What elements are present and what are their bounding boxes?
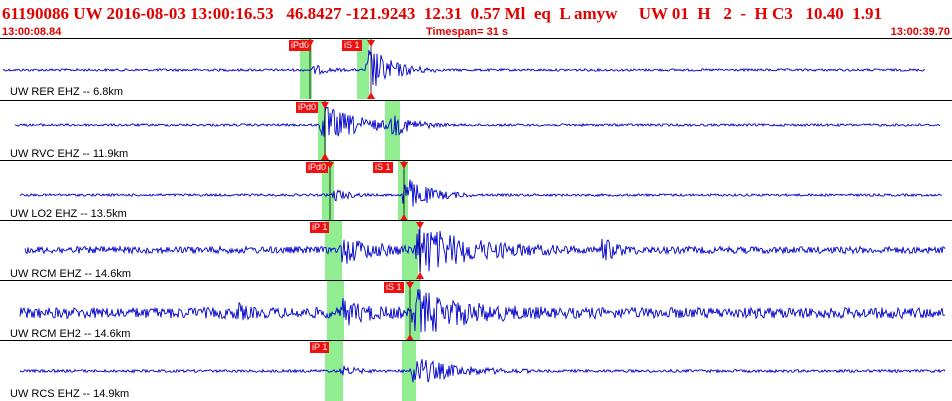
event-header: 61190086 UW 2016-08-03 13:00:16.53 46.84… [0,0,952,38]
pick-down-arrow-icon [416,222,424,229]
pick-up-arrow-icon [416,272,424,279]
channel-label: UW RVC EHZ -- 11.9km [10,148,129,160]
seismic-trace [19,288,945,333]
event-title: 61190086 UW 2016-08-03 13:00:16.53 46.84… [2,4,883,23]
pick-down-arrow-icon [367,40,375,47]
waveform-canvas [2,39,926,99]
channel-panel[interactable]: iP 1 UW RCS EHZ -- 14.9km [0,340,952,401]
seismic-trace [14,106,941,137]
channel-panel[interactable]: iPd0 UW RVC EHZ -- 11.9km [0,100,952,161]
seismic-trace [24,228,946,275]
channel-label: UW RCM EHZ -- 14.6km [10,268,131,280]
waveform-canvas [19,281,945,341]
phase-pick-label[interactable]: iP 1 [310,222,330,233]
pick-down-arrow-icon [400,162,408,169]
channel-label: UW RCM EH2 -- 14.6km [10,328,131,340]
channel-panel[interactable]: iPd0 iS 1 UW LO2 EHZ -- 13.5km [0,160,952,221]
seismic-trace [2,49,926,86]
waveform-canvas [14,101,941,161]
phase-pick-label[interactable]: iPd0 [306,162,329,173]
channel-label: UW RCS EHZ -- 14.9km [10,388,130,400]
pick-down-arrow-icon [326,162,334,169]
seismic-trace [19,359,946,383]
pick-up-arrow-icon [321,153,329,160]
channel-label: UW LO2 EHZ -- 13.5km [10,208,127,220]
waveform-canvas [24,221,946,281]
waveform-canvas [19,161,943,221]
channel-panel[interactable]: iP 1 UW RCM EHZ -- 14.6km [0,220,952,281]
waveform-canvas [19,341,946,401]
phase-window [385,101,400,161]
start-time: 13:00:08.84 [2,26,62,38]
channel-label: UW RER EHZ -- 6.8km [10,86,124,98]
timespan: Timespan= 31 s [426,26,509,38]
phase-pick-label[interactable]: iS 1 [384,282,404,293]
seismic-trace [19,179,943,207]
pick-down-arrow-icon [406,282,414,289]
pick-down-arrow-icon [306,40,314,47]
channel-panel[interactable]: iPd0 iS 1 UW RER EHZ -- 6.8km [0,38,952,99]
phase-pick-label[interactable]: iS 1 [342,40,362,51]
pick-down-arrow-icon [321,102,329,109]
phase-pick-label[interactable]: iPd0 [296,102,319,113]
phase-pick-label[interactable]: iP 1 [310,342,330,353]
phase-window [327,281,344,341]
pick-up-arrow-icon [367,92,375,99]
phase-pick-label[interactable]: iS 1 [373,162,393,173]
end-time: 13:00:39.70 [890,26,950,38]
channel-panel[interactable]: iS 1 UW RCM EH2 -- 14.6km [0,280,952,341]
